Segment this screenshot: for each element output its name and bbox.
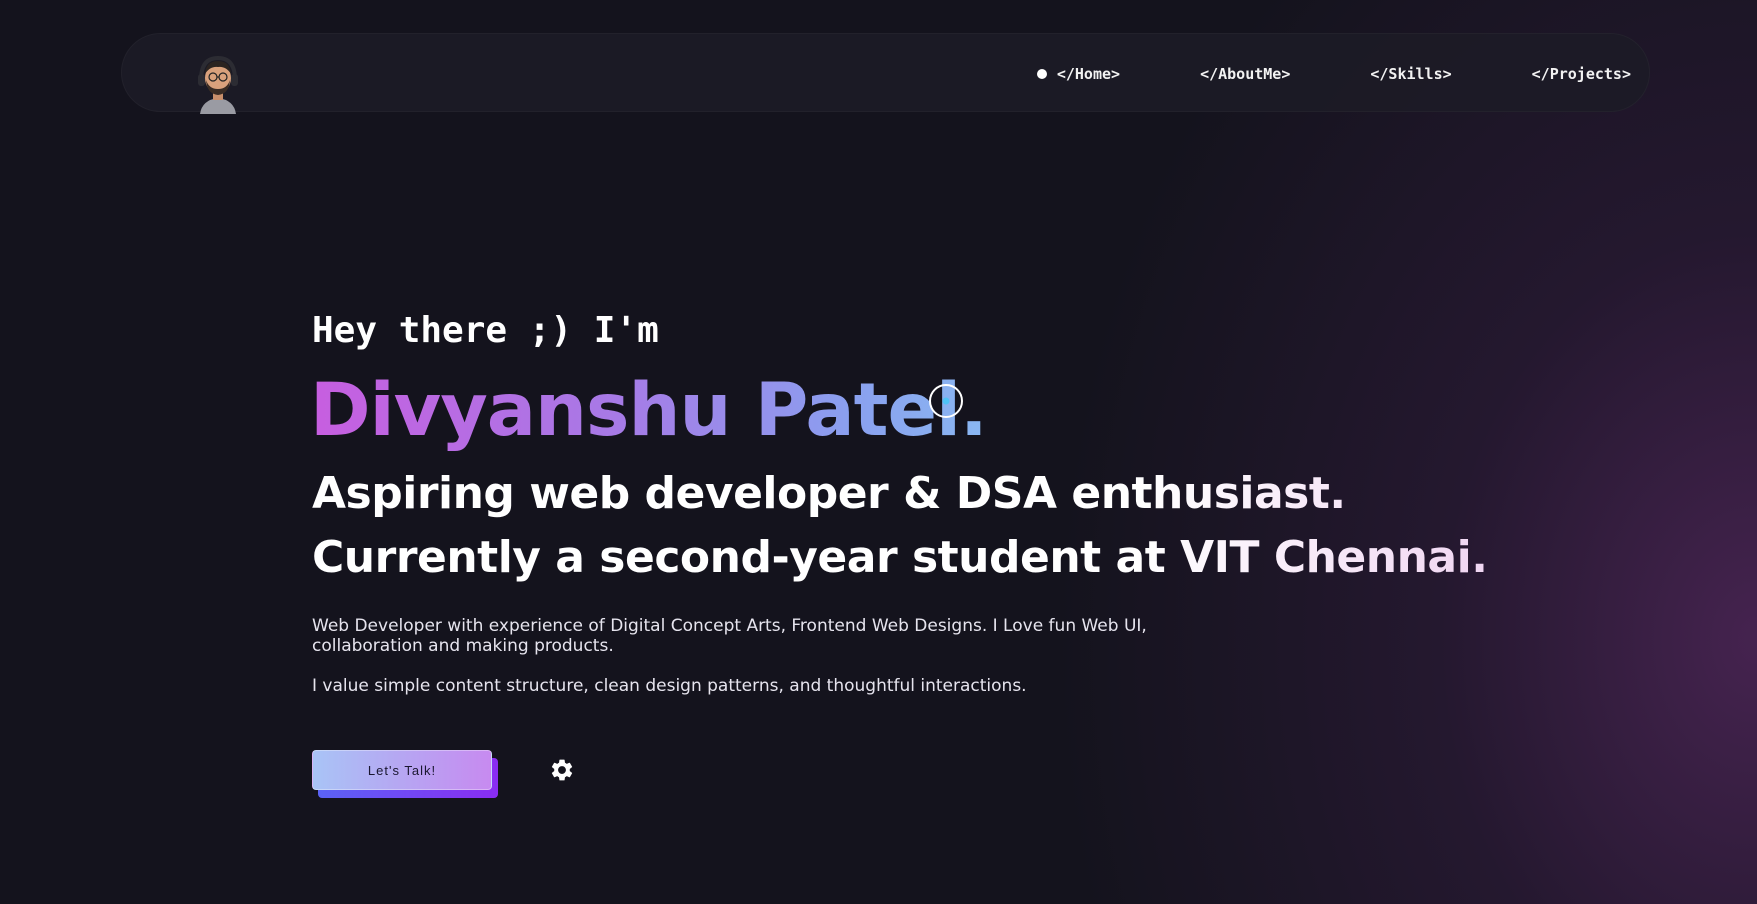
bio-paragraph-2: I value simple content structure, clean … — [312, 676, 1027, 696]
nav-links: </Home> </AboutMe> </Skills> </Projects> — [1036, 34, 1631, 113]
tagline-line-1: Aspiring web developer & DSA enthusiast. — [312, 468, 1346, 519]
hero-name: Divyanshu Patel. — [310, 366, 988, 456]
avatar[interactable] — [194, 54, 242, 114]
avatar-icon — [198, 55, 238, 114]
lets-talk-button[interactable]: Let's Talk! — [312, 750, 492, 790]
cursor-target-icon — [928, 383, 964, 419]
cta-wrapper: Let's Talk! — [312, 750, 498, 798]
hero-tagline: Aspiring web developer & DSA enthusiast.… — [312, 462, 1487, 590]
page: </Home> </AboutMe> </Skills> </Projects>… — [0, 0, 1757, 904]
active-indicator-dot — [1036, 68, 1047, 79]
gear-icon[interactable] — [549, 757, 575, 783]
navbar: </Home> </AboutMe> </Skills> </Projects> — [121, 33, 1650, 114]
nav-item-label: </Home> — [1056, 64, 1121, 83]
nav-item-skills[interactable]: </Skills> — [1370, 65, 1451, 83]
nav-item-label: </AboutMe> — [1200, 64, 1291, 83]
nav-item-home[interactable]: </Home> — [1036, 64, 1121, 83]
tagline-line-2: Currently a second-year student at VIT C… — [312, 532, 1488, 583]
hero-greeting: Hey there ;) I'm — [312, 310, 659, 351]
nav-item-label: </Projects> — [1531, 64, 1631, 83]
bio-paragraph-1: Web Developer with experience of Digital… — [312, 616, 1147, 656]
nav-item-aboutme[interactable]: </AboutMe> — [1200, 65, 1290, 83]
nav-item-projects[interactable]: </Projects> — [1532, 65, 1631, 83]
nav-item-label: </Skills> — [1370, 64, 1452, 83]
